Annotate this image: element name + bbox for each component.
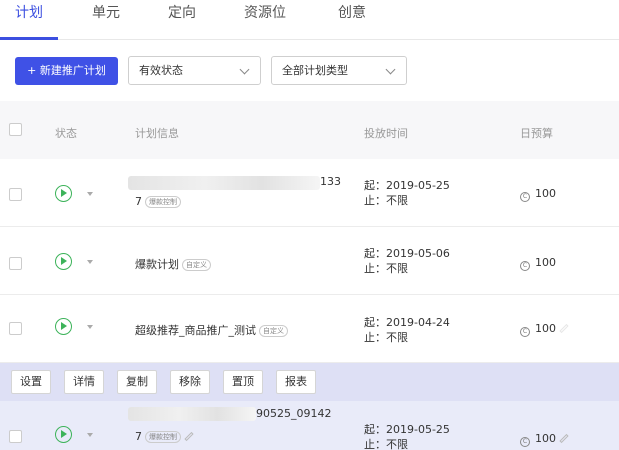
pencil-icon[interactable] [184,431,194,442]
coin-icon: C [520,327,530,337]
coin-icon: C [520,261,530,271]
pencil-icon[interactable] [559,433,569,444]
plan-tag: 自定义 [182,259,211,271]
end-date: 止：不限 [364,331,408,344]
plan-name: 爆款计划 自定义 [135,256,211,272]
tab-resource[interactable]: 资源位 [244,3,286,37]
tab-targeting[interactable]: 定向 [168,3,196,37]
end-date: 止：不限 [364,262,408,275]
tab-creative[interactable]: 创意 [338,3,366,37]
plan-tag: 爆款控制 [145,196,181,208]
new-plan-button[interactable]: + 新建推广计划 [15,57,118,85]
daily-budget: C 100 [520,432,569,447]
plan-name-line2: 7 爆款控制 [135,195,181,208]
daily-budget: C 100 [520,322,569,337]
caret-down-icon[interactable] [87,192,93,196]
start-date: 起：2019-05-25 [364,179,450,192]
table-row[interactable]: 超级推荐_商品推广_测试 自定义 起：2019-04-24 止：不限 C 100 [0,295,619,363]
header-budget: 日预算 [520,127,553,140]
table-row[interactable]: 133 7 爆款控制 起：2019-05-25 止：不限 C 100 [0,159,619,227]
row-checkbox[interactable] [9,188,22,201]
redacted-name [128,407,256,421]
table-row[interactable]: 爆款计划 自定义 起：2019-05-06 止：不限 C 100 [0,227,619,295]
redacted-name [128,176,320,190]
daily-budget: C 100 [520,256,556,271]
pencil-icon[interactable] [559,323,569,334]
header-time: 投放时间 [364,127,408,140]
copy-button[interactable]: 复制 [117,370,157,394]
play-circle-icon[interactable] [55,426,72,443]
plan-type-value: 全部计划类型 [282,64,348,77]
plan-name-suffix: 133 [320,175,341,188]
end-date: 止：不限 [364,438,408,450]
schedule: 起：2019-05-25 止：不限 [364,422,450,450]
end-date: 止：不限 [364,194,408,207]
plan-tag: 爆款控制 [145,431,181,443]
table-row[interactable]: 90525_09142 7 爆款控制 起：2019-05-25 止：不限 C 100 [0,401,619,450]
plan-name-suffix: 90525_09142 [256,407,332,420]
coin-icon: C [520,437,530,447]
caret-down-icon[interactable] [87,325,93,329]
remove-button[interactable]: 移除 [170,370,210,394]
coin-icon: C [520,192,530,202]
play-circle-icon[interactable] [55,318,72,335]
tab-plan[interactable]: 计划 [15,3,43,37]
table-header: 状态 计划信息 投放时间 日预算 [0,101,619,159]
plan-tabs: 计划 单元 定向 资源位 创意 [0,0,619,40]
start-date: 起：2019-05-25 [364,423,450,436]
chevron-down-icon [385,64,396,75]
plan-name: 超级推荐_商品推广_测试 自定义 [135,322,288,338]
pin-top-button[interactable]: 置顶 [223,370,263,394]
tab-unit[interactable]: 单元 [92,3,120,37]
status-filter-select[interactable]: 有效状态 [128,56,261,85]
plan-tag: 自定义 [259,325,288,337]
caret-down-icon[interactable] [87,433,93,437]
status-filter-value: 有效状态 [139,64,183,77]
schedule: 起：2019-05-06 止：不限 [364,246,450,276]
row-checkbox[interactable] [9,430,22,443]
plan-name-line2: 7 爆款控制 [135,430,194,443]
batch-action-bar: 设置 详情 复制 移除 置顶 报表 [0,363,619,401]
start-date: 起：2019-04-24 [364,316,450,329]
plan-type-select[interactable]: 全部计划类型 [271,56,407,85]
chevron-down-icon [239,64,250,75]
start-date: 起：2019-05-06 [364,247,450,260]
schedule: 起：2019-05-25 止：不限 [364,178,450,208]
details-button[interactable]: 详情 [64,370,104,394]
header-plan-info: 计划信息 [135,127,179,140]
play-circle-icon[interactable] [55,253,72,270]
active-tab-indicator [0,37,58,40]
report-button[interactable]: 报表 [276,370,316,394]
select-all-checkbox[interactable] [9,123,22,136]
header-status: 状态 [55,127,77,140]
play-circle-icon[interactable] [55,185,72,202]
schedule: 起：2019-04-24 止：不限 [364,315,450,345]
row-checkbox[interactable] [9,257,22,270]
settings-button[interactable]: 设置 [11,370,51,394]
caret-down-icon[interactable] [87,260,93,264]
row-checkbox[interactable] [9,322,22,335]
daily-budget: C 100 [520,187,556,202]
